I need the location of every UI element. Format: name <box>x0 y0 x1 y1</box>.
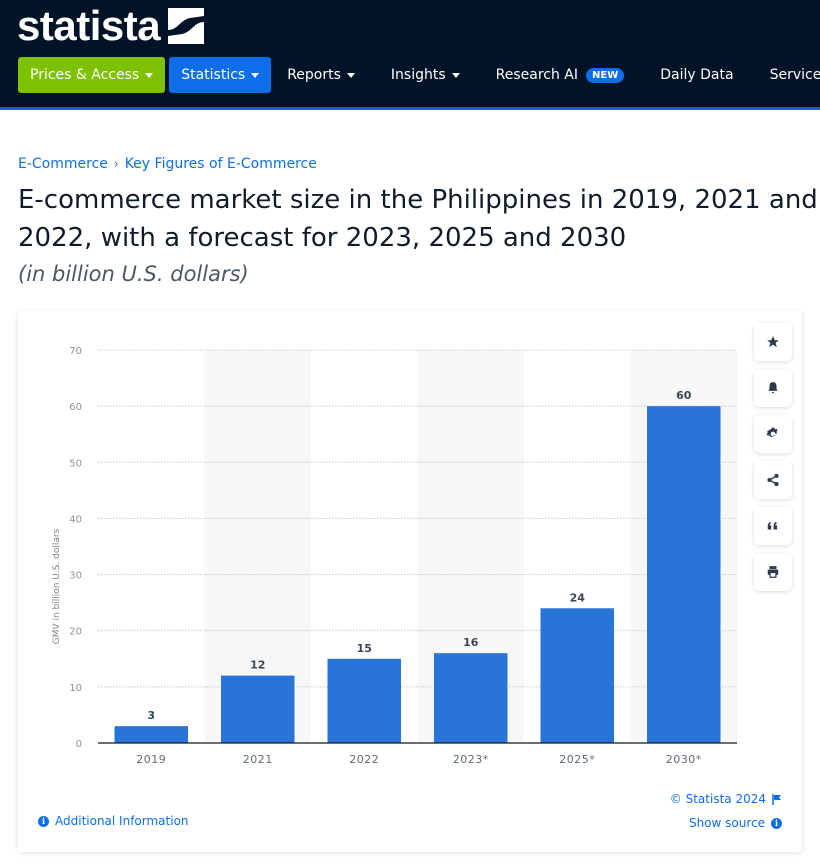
data-label: 60 <box>676 389 692 402</box>
logo-text: statista <box>17 2 161 49</box>
y-tick-label: 70 <box>69 346 82 357</box>
notification-button[interactable] <box>754 369 792 407</box>
statista-logo-mark-icon <box>168 8 205 44</box>
y-tick-label: 20 <box>69 627 82 638</box>
bar-2021 <box>221 675 295 743</box>
y-tick-label: 50 <box>69 458 82 469</box>
breadcrumb-separator: › <box>113 157 119 171</box>
copyright-label: © Statista 2024 <box>669 792 766 806</box>
star-icon <box>767 336 779 348</box>
y-tick-label: 60 <box>69 402 82 413</box>
page-subtitle: (in billion U.S. dollars) <box>18 262 249 286</box>
caret-down-icon <box>251 72 260 78</box>
nav-item-prices-access[interactable]: Prices & Access <box>18 57 166 93</box>
bar-2023 <box>434 653 508 743</box>
bar-chart: 0 10 20 30 40 50 60 70 GMV in billion U.S. dolla… <box>52 346 737 766</box>
x-tick-label: 2025* <box>559 753 595 766</box>
gear-icon <box>766 427 778 437</box>
page-title: E-commerce market size in the Philippine… <box>18 185 818 253</box>
chart-toolbar <box>754 323 792 599</box>
data-label: 12 <box>250 659 265 672</box>
x-tick-label: 2021 <box>243 753 273 766</box>
data-label: 3 <box>147 709 155 722</box>
bar-2019 <box>114 726 188 743</box>
breadcrumb-item-key-figures[interactable]: Key Figures of E-Commerce <box>125 156 317 172</box>
y-tick-label: 10 <box>69 683 82 694</box>
data-label: 16 <box>463 636 479 649</box>
y-tick-label: 30 <box>69 571 82 582</box>
new-badge: NEW <box>586 67 625 83</box>
site-header: statista Prices & Access Statistics Report… <box>0 0 820 110</box>
nav-item-daily-data[interactable]: Daily Data <box>648 57 745 93</box>
bell-icon <box>768 382 778 394</box>
caret-down-icon <box>145 72 154 78</box>
additional-information-label: Additional Information <box>55 814 189 828</box>
show-source-link[interactable]: Show source i <box>689 816 782 830</box>
nav-item-label: Services <box>769 67 820 83</box>
copyright-link[interactable]: © Statista 2024 <box>670 792 782 806</box>
x-tick-label: 2030* <box>666 753 702 766</box>
nav-item-label: Reports <box>287 67 341 83</box>
settings-button[interactable] <box>754 415 792 453</box>
data-label: 24 <box>570 591 586 604</box>
data-label: 15 <box>357 642 372 655</box>
share-icon <box>767 473 779 487</box>
nav-item-label: Prices & Access <box>30 67 140 83</box>
print-icon <box>767 566 779 578</box>
breadcrumb-item-ecommerce[interactable]: E-Commerce <box>18 156 108 172</box>
nav-item-reports[interactable]: Reports <box>275 57 367 93</box>
quote-icon <box>767 521 778 530</box>
show-source-label: Show source <box>688 816 765 830</box>
x-tick-label: 2019 <box>136 753 166 766</box>
bar-2022 <box>327 658 401 743</box>
nav-item-research-ai[interactable]: Research AI NEW <box>484 57 637 93</box>
nav-item-label: Daily Data <box>660 67 734 83</box>
statista-logo[interactable]: statista <box>17 2 205 49</box>
nav-item-services[interactable]: Services <box>758 57 820 93</box>
nav-item-statistics[interactable]: Statistics <box>169 57 272 93</box>
share-button[interactable] <box>754 461 792 499</box>
y-tick-label: 40 <box>69 514 82 525</box>
nav-item-label: Insights <box>390 67 446 83</box>
favorite-button[interactable] <box>754 323 792 361</box>
caret-down-icon <box>451 72 460 78</box>
bar-2030 <box>647 406 721 743</box>
x-tick-label: 2023* <box>453 753 489 766</box>
additional-information-link[interactable]: i Additional Information <box>38 814 189 828</box>
nav-item-label: Research AI <box>495 67 579 83</box>
print-button[interactable] <box>754 553 792 591</box>
nav-item-insights[interactable]: Insights <box>379 57 472 93</box>
info-icon: i <box>771 817 782 829</box>
nav-item-label: Statistics <box>181 67 246 83</box>
x-tick-label: 2022 <box>349 753 379 766</box>
y-axis-label: GMV in billion U.S. dollars <box>52 528 62 644</box>
flag-icon <box>772 793 781 805</box>
breadcrumb: E-Commerce › Key Figures of E-Commerce <box>18 156 317 172</box>
cite-button[interactable] <box>754 507 792 545</box>
y-tick-label: 0 <box>76 739 82 750</box>
bar-2025 <box>540 608 614 743</box>
main-nav: Prices & Access Statistics Reports Insights… <box>18 57 820 93</box>
caret-down-icon <box>346 72 355 78</box>
info-icon: i <box>38 815 49 827</box>
